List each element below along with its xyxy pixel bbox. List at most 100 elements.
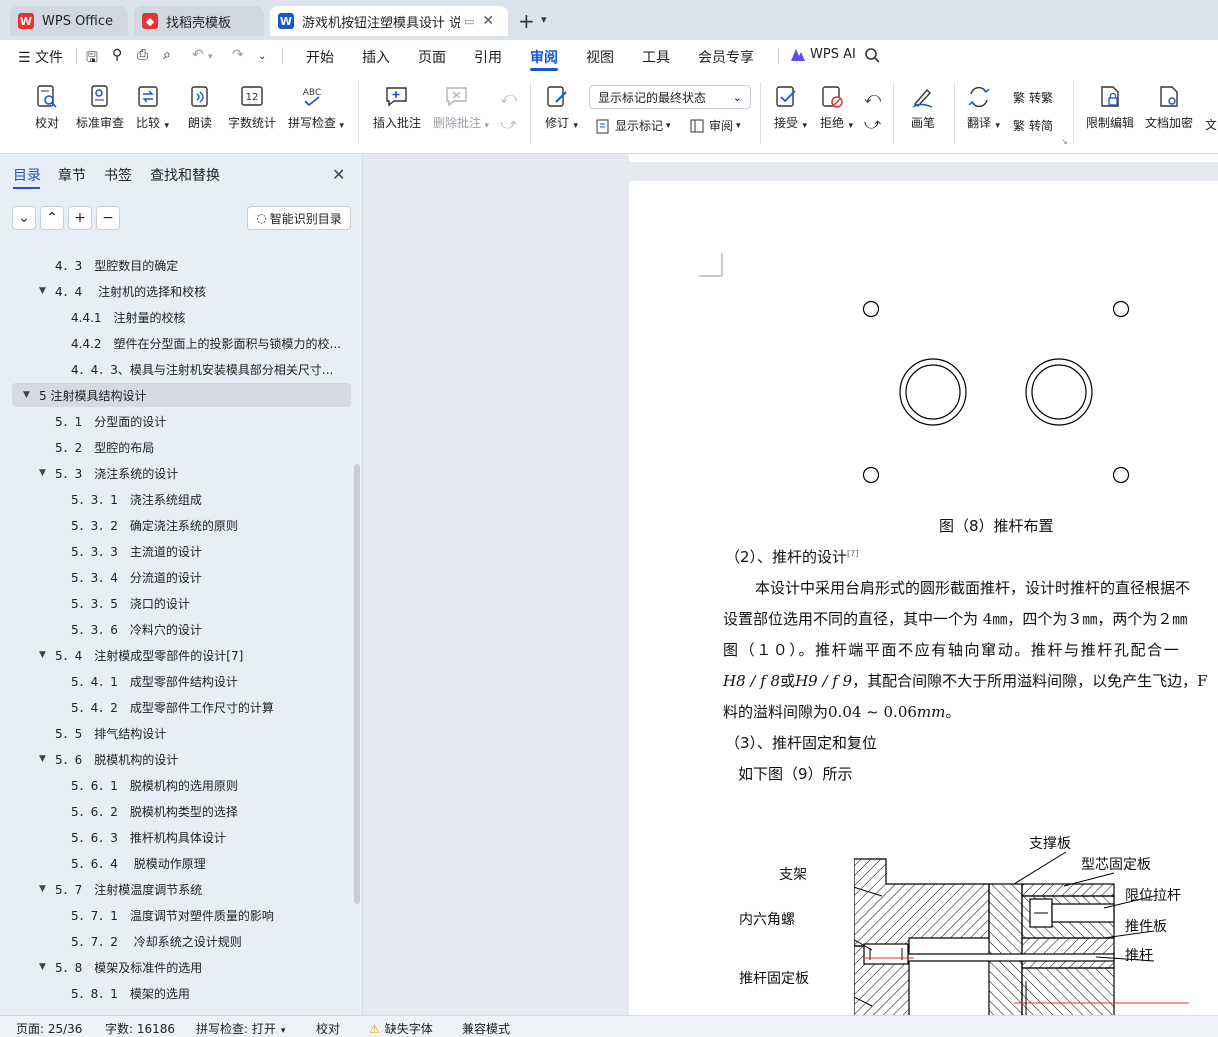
tab-list-chevron-icon[interactable]: ▾ [541, 13, 547, 26]
toc-item[interactable]: 5．8．1 模架的选用 [12, 981, 351, 1005]
spell-check-status[interactable]: 拼写检查: 打开 ▾ [196, 1020, 285, 1037]
reject-button[interactable]: 拒绝 ▾ [819, 84, 853, 131]
close-sidebar-icon[interactable]: ✕ [332, 165, 345, 184]
toc-item[interactable]: 5．4．1 成型零部件结构设计 [12, 669, 351, 693]
word-count-indicator[interactable]: 字数: 16186 [105, 1020, 175, 1037]
toc-item[interactable]: 5．2 型腔的布局 [12, 435, 351, 459]
menu-reference[interactable]: 引用 [474, 47, 502, 67]
toc-item[interactable]: 5．3．4 分流道的设计 [12, 565, 351, 589]
redo-icon[interactable]: ↷ [232, 47, 244, 63]
new-tab-icon[interactable]: + [518, 9, 535, 33]
collapse-up-button[interactable]: ⌃ [40, 206, 64, 230]
to-traditional-button[interactable]: 繁 转繁 [1013, 89, 1053, 106]
read-aloud-button[interactable]: 朗读 [187, 84, 213, 131]
collapse-arrow-icon[interactable]: ▼ [39, 884, 46, 894]
toc-item[interactable]: 5．3．5 浇口的设计 [12, 591, 351, 615]
toc-item[interactable]: ▼ 5．6 脱模机构的设计 [12, 747, 351, 771]
more-ribbon-button[interactable]: 文 [1205, 116, 1217, 133]
link-icon[interactable]: ⚲ [112, 47, 122, 63]
toc-item[interactable]: ▼ 5．4 注射模成型零部件的设计[7] [12, 643, 351, 667]
undo-icon[interactable]: ↶ [192, 47, 204, 63]
wps-ai-button[interactable]: WPS AI [790, 47, 856, 62]
sidebar-tab-find-replace[interactable]: 查找和替换 [150, 165, 220, 185]
more-chevron-icon[interactable]: ⌄ [258, 51, 266, 62]
add-heading-button[interactable]: + [68, 206, 92, 230]
toc-item[interactable]: 4．3 型腔数目的确定 [12, 253, 351, 277]
show-markup-button[interactable]: 显示标记 ▾ [595, 117, 671, 134]
markup-state-select[interactable]: 显示标记的最终状态 ⌄ [589, 85, 751, 109]
compare-button[interactable]: 比较 ▾ [135, 84, 169, 131]
review-pane-button[interactable]: 审阅 ▾ [689, 117, 741, 134]
search-icon[interactable] [864, 47, 880, 63]
delete-comment-button[interactable]: 删除批注 ▾ [433, 84, 489, 131]
undo-chevron-icon[interactable]: ▾ [208, 52, 213, 62]
accept-button[interactable]: 接受 ▾ [773, 84, 807, 131]
file-menu[interactable]: ☰ 文件 [18, 47, 63, 67]
menu-insert[interactable]: 插入 [362, 47, 390, 67]
toc-item[interactable]: 5．7．2 冷却系统之设计规则 [12, 929, 351, 953]
expand-down-button[interactable]: ⌄ [12, 206, 36, 230]
tab-wps-office[interactable]: W WPS Office [10, 6, 128, 36]
prev-comment-icon[interactable]: ⤺ [500, 88, 517, 108]
tab-document[interactable]: W 游戏机按钮注塑模具设计 说明 ▭ ✕ [270, 6, 508, 36]
toc-item[interactable]: 4．4．3、模具与注射机安装模具部分相关尺寸... [12, 357, 351, 381]
document-page[interactable]: 图（8）推杆布置 （2）、推杆的设计[7] 本设计中采用台肩形式的圆形截面推杆，… [629, 181, 1218, 1015]
to-simplified-button[interactable]: 繁 转简 [1013, 117, 1053, 134]
sidebar-scrollbar[interactable] [354, 464, 360, 904]
proofread-button[interactable]: 校对 [34, 84, 60, 131]
encrypt-button[interactable]: 文档加密 [1145, 84, 1193, 131]
toc-item[interactable]: 5．3．3 主流道的设计 [12, 539, 351, 563]
toc-item[interactable]: 5．4．2 成型零部件工作尺寸的计算 [12, 695, 351, 719]
menu-member[interactable]: 会员专享 [698, 47, 754, 67]
tab-daoke-template[interactable]: ◆ 找稻壳模板 [134, 6, 264, 36]
collapse-arrow-icon[interactable]: ▼ [39, 468, 46, 478]
menu-review[interactable]: 审阅 [530, 47, 558, 67]
toc-item[interactable]: 5．6．3 推杆机构具体设计 [12, 825, 351, 849]
menu-tools[interactable]: 工具 [642, 47, 670, 67]
toc-item[interactable]: ▼ 5．3 浇注系统的设计 [12, 461, 351, 485]
toc-item[interactable]: 5．6．2 脱模机构类型的选择 [12, 799, 351, 823]
next-comment-icon[interactable]: ⤻ [500, 114, 517, 134]
sidebar-tab-toc[interactable]: 目录 [13, 165, 41, 185]
sidebar-tab-chapter[interactable]: 章节 [58, 165, 86, 185]
menu-view[interactable]: 视图 [586, 47, 614, 67]
toc-item[interactable]: 5．3．6 冷料穴的设计 [12, 617, 351, 641]
print-icon[interactable]: ⎙ [137, 47, 148, 63]
expand-group-icon[interactable]: ↘ [1061, 137, 1068, 146]
spell-check-button[interactable]: ABC 拼写检查 ▾ [288, 84, 344, 131]
toc-item[interactable]: 4.4.1 注射量的校核 [12, 305, 351, 329]
toc-item[interactable]: ▼ 5．7 注射模温度调节系统 [12, 877, 351, 901]
collapse-arrow-icon[interactable]: ▼ [39, 650, 46, 660]
toc-item[interactable]: ▼ 4．4 注射机的选择和校核 [12, 279, 351, 303]
collapse-arrow-icon[interactable]: ▼ [39, 962, 46, 972]
toc-item[interactable]: 4.4.2 塑件在分型面上的投影面积与锁模力的校... [12, 331, 351, 355]
track-changes-button[interactable]: 修订 ▾ [544, 84, 578, 131]
screen-icon[interactable]: ▭ [464, 15, 474, 28]
toc-item[interactable]: ▼ 5 注射模具结构设计 [12, 383, 351, 407]
toc-item[interactable]: 5．3．1 浇注系统组成 [12, 487, 351, 511]
menu-page[interactable]: 页面 [418, 47, 446, 67]
toc-item[interactable]: 5．6．4 脱模动作原理 [12, 851, 351, 875]
print-preview-icon[interactable]: ⌕ [163, 47, 171, 63]
toc-item[interactable]: 5．1 分型面的设计 [12, 409, 351, 433]
collapse-arrow-icon[interactable]: ▼ [39, 286, 46, 296]
missing-font-status[interactable]: ⚠ 缺失字体 [369, 1020, 433, 1037]
page-indicator[interactable]: 页面: 25/36 [16, 1020, 82, 1037]
close-tab-icon[interactable]: ✕ [482, 13, 494, 29]
collapse-arrow-icon[interactable]: ▼ [23, 390, 30, 400]
toc-item[interactable]: 5．7．1 温度调节对塑件质量的影响 [12, 903, 351, 927]
toc-item[interactable]: 5．6．1 脱模机构的选用原则 [12, 773, 351, 797]
smart-toc-button[interactable]: ◌ 智能识别目录 [247, 206, 351, 230]
prev-change-icon[interactable]: ⤺ [864, 88, 881, 108]
toc-item[interactable]: ▼ 5．8 模架及标准件的选用 [12, 955, 351, 979]
remove-heading-button[interactable]: − [96, 206, 120, 230]
word-count-button[interactable]: 12 字数统计 [228, 84, 276, 131]
proofread-status[interactable]: 校对 [316, 1020, 340, 1037]
translate-button[interactable]: 翻译 ▾ [966, 84, 1000, 131]
pen-button[interactable]: 画笔 [910, 84, 936, 131]
standard-review-button[interactable]: 标准审查 [76, 84, 124, 131]
insert-comment-button[interactable]: 插入批注 [373, 84, 421, 131]
menu-start[interactable]: 开始 [306, 47, 334, 67]
collapse-arrow-icon[interactable]: ▼ [39, 754, 46, 764]
toc-item[interactable]: 5．5 排气结构设计 [12, 721, 351, 745]
